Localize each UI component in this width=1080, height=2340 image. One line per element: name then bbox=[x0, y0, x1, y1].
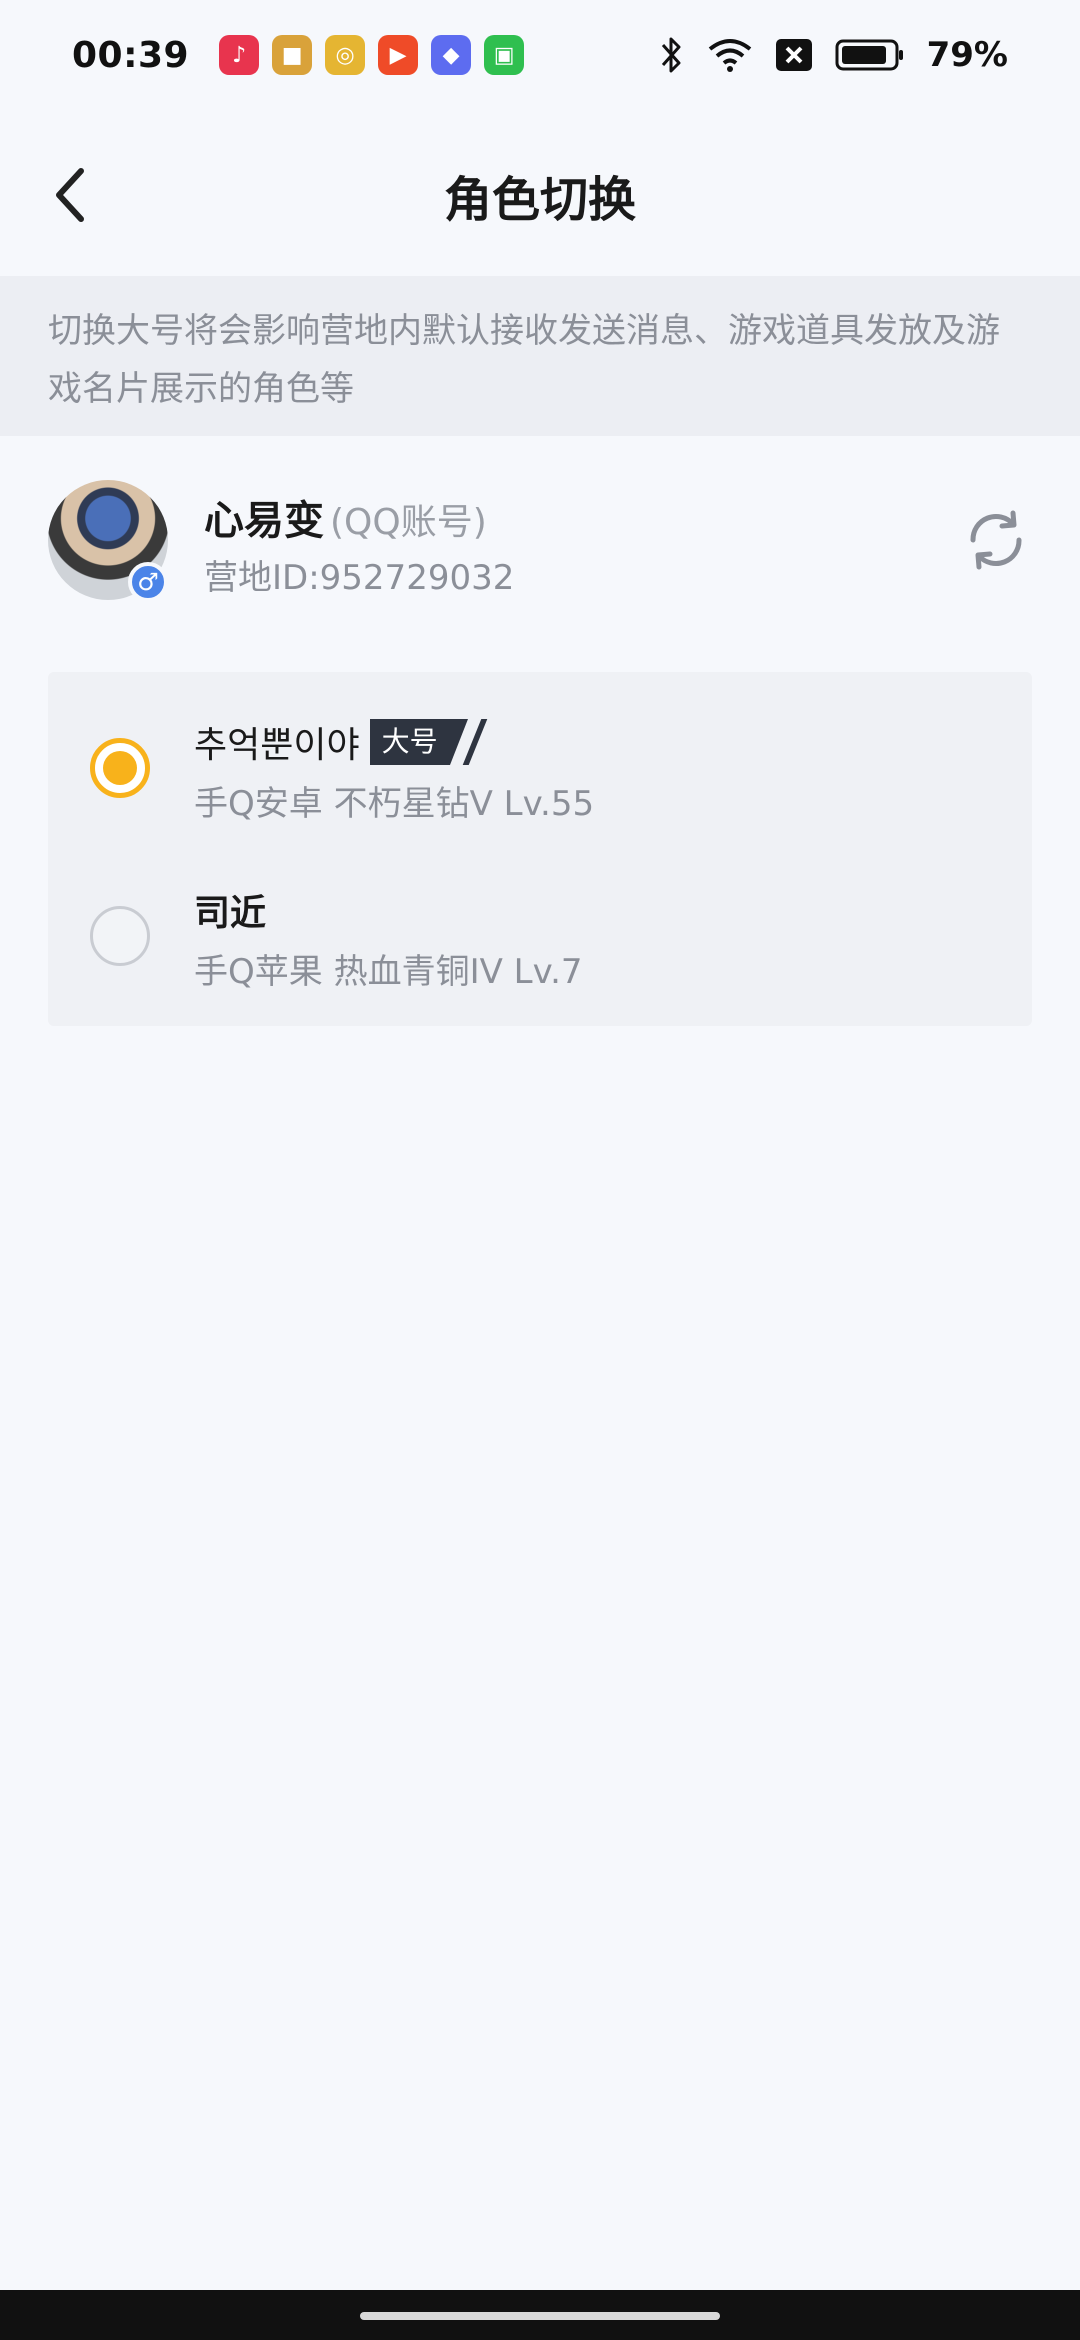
role-list: 추억뿐이야 大号 手Q安卓 不朽星钻V Lv.55 司近 手Q苹果 热血青铜IV… bbox=[48, 672, 1032, 1026]
role-radio-unselected[interactable] bbox=[90, 906, 150, 966]
home-indicator[interactable] bbox=[360, 2312, 720, 2320]
battery-percentage: 79% bbox=[926, 35, 1008, 75]
game-app-icon: ■ bbox=[272, 35, 313, 75]
role-item[interactable]: 추억뿐이야 大号 手Q安卓 不朽星钻V Lv.55 bbox=[48, 672, 1032, 840]
role-detail: 手Q苹果 热血青铜IV Lv.7 bbox=[194, 952, 583, 992]
shop-app-icon: ▣ bbox=[484, 35, 525, 75]
bluetooth-icon bbox=[661, 37, 681, 73]
video-app-icon: ▶ bbox=[378, 35, 419, 75]
role-detail: 手Q安卓 不朽星钻V Lv.55 bbox=[194, 784, 595, 824]
store-app-icon: ◆ bbox=[431, 35, 472, 75]
role-item[interactable]: 司近 手Q苹果 热血青铜IV Lv.7 bbox=[48, 840, 1032, 1008]
wifi-icon bbox=[708, 39, 751, 72]
status-time: 00:39 bbox=[72, 34, 190, 76]
switch-notice: 切换大号将会影响营地内默认接收发送消息、游戏道具发放及游戏名片展示的角色等 bbox=[0, 276, 1080, 436]
back-arrow-icon bbox=[56, 168, 84, 222]
refresh-icon bbox=[970, 510, 1022, 570]
sim-disabled-icon bbox=[775, 39, 812, 71]
male-gender-icon: ♂ bbox=[128, 562, 168, 602]
account-type: (QQ账号) bbox=[330, 502, 487, 543]
notification-app-icons: ♪ ■ ◎ ▶ ◆ ▣ bbox=[219, 35, 525, 75]
header: 角色切换 bbox=[0, 130, 1080, 260]
role-name: 司近 bbox=[194, 893, 267, 934]
account-name-line: 心易变 (QQ账号) bbox=[204, 488, 487, 546]
main-account-badge-label: 大号 bbox=[369, 719, 450, 765]
role-name-line: 추억뿐이야 大号 bbox=[194, 716, 487, 768]
back-button[interactable] bbox=[36, 160, 106, 230]
page-title: 角色切换 bbox=[443, 172, 636, 228]
status-indicators: 79% bbox=[659, 35, 1008, 75]
role-name: 추억뿐이야 bbox=[194, 725, 360, 766]
refresh-button[interactable] bbox=[956, 500, 1036, 580]
account-id: 营地ID:952729032 bbox=[204, 558, 515, 598]
role-radio-selected[interactable] bbox=[90, 738, 150, 798]
account-row: ♂ 心易变 (QQ账号) 营地ID:952729032 bbox=[0, 470, 1080, 610]
status-bar: 00:39 ♪ ■ ◎ ▶ ◆ ▣ 79% bbox=[0, 0, 1080, 110]
disc-app-icon: ◎ bbox=[325, 35, 366, 75]
battery-icon bbox=[835, 39, 903, 71]
account-name: 心易变 bbox=[204, 498, 324, 544]
system-navigation-bar bbox=[0, 2290, 1080, 2340]
main-account-badge: 大号 bbox=[369, 719, 487, 765]
role-name-line: 司近 bbox=[194, 884, 266, 936]
music-app-icon: ♪ bbox=[219, 35, 260, 75]
